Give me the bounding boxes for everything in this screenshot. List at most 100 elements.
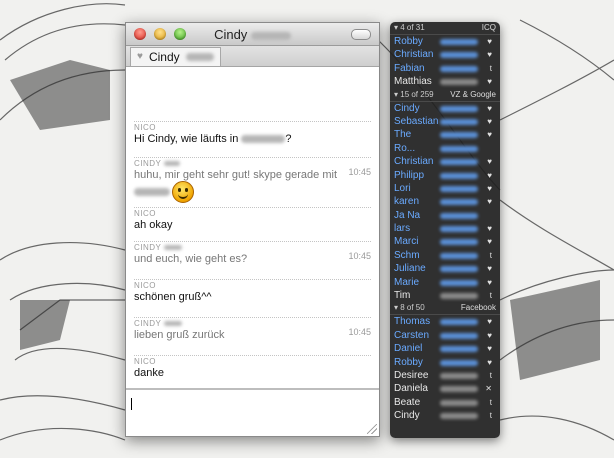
status-icon: ♥ xyxy=(487,357,492,367)
contact-group-header[interactable]: ▾ 8 of 50 Facebook xyxy=(390,302,500,316)
group-count: ▾ 8 of 50 xyxy=(394,303,425,313)
contact-row[interactable]: Ro... xyxy=(390,142,500,155)
message-sender: NICO xyxy=(134,207,371,218)
redacted-surname xyxy=(440,118,478,125)
contact-row[interactable]: Philipp ♥ xyxy=(390,169,500,182)
group-count: ▾ 4 of 31 xyxy=(394,23,425,32)
window-title: Cindy xyxy=(126,27,379,42)
status-icon: ♥ xyxy=(487,237,492,247)
contact-row[interactable]: Juliane ♥ xyxy=(390,262,500,275)
message-input[interactable] xyxy=(126,388,379,436)
message-text: danke xyxy=(134,367,164,379)
contact-name: Marie xyxy=(394,276,420,288)
contact-row[interactable]: Daniela ✕ xyxy=(390,382,500,395)
contact-row[interactable]: Cindy ♥ xyxy=(390,102,500,115)
redacted-surname xyxy=(440,132,478,139)
contact-name: Marci xyxy=(394,236,419,248)
contact-row[interactable]: Thomas ♥ xyxy=(390,315,500,328)
contact-row[interactable]: Daniel ♥ xyxy=(390,342,500,355)
status-icon: ♥ xyxy=(487,170,492,180)
message-text: schönen gruß^^ xyxy=(134,291,212,303)
toolbar-toggle-button[interactable] xyxy=(351,29,371,40)
contact-name: Robby xyxy=(394,356,423,368)
contact-name: Philipp xyxy=(394,169,425,181)
redacted-surname xyxy=(440,52,478,59)
contact-name: Lori xyxy=(394,182,411,194)
status-icon: ♥ xyxy=(487,344,492,354)
redacted-surname xyxy=(440,159,478,166)
contact-row[interactable]: Marie ♥ xyxy=(390,276,500,289)
redacted-surname xyxy=(440,266,478,273)
contact-row[interactable]: Matthias ♥ xyxy=(390,75,500,88)
contact-name: Beate xyxy=(394,396,421,408)
resize-grip-icon[interactable] xyxy=(367,424,377,434)
contact-row[interactable]: karen ♥ xyxy=(390,195,500,208)
status-icon: ♥ xyxy=(487,37,492,46)
contact-row[interactable]: Robby ♥ xyxy=(390,356,500,369)
contact-name: Juliane xyxy=(394,263,426,275)
message-text: ah okay xyxy=(134,219,173,231)
contact-row[interactable]: Christian ♥ xyxy=(390,155,500,168)
contact-name: Robby xyxy=(394,36,423,47)
contact-row[interactable]: Sebastian ♥ xyxy=(390,115,500,128)
status-icon: ♥ xyxy=(487,103,492,113)
redacted-surname xyxy=(440,212,478,219)
contact-row[interactable]: The ♥ xyxy=(390,128,500,141)
message-sender: CINDY xyxy=(134,317,371,328)
contact-row[interactable]: Marci ♥ xyxy=(390,235,500,248)
redacted-surname xyxy=(440,105,478,112)
message-sender: CINDY xyxy=(134,241,371,252)
status-icon: t xyxy=(489,411,492,421)
contact-name: Sebastian xyxy=(394,115,439,127)
status-icon: ♥ xyxy=(487,183,492,193)
redacted-surname xyxy=(440,39,478,45)
message-text: und euch, wie geht es? xyxy=(134,253,248,265)
contact-name: The xyxy=(394,129,412,141)
contact-row[interactable]: Robby ♥ xyxy=(390,35,500,48)
contact-row[interactable]: Ja Na xyxy=(390,209,500,222)
contact-name: karen xyxy=(394,196,420,208)
title-bar[interactable]: Cindy xyxy=(126,23,379,46)
contact-row[interactable]: Tim t xyxy=(390,289,500,302)
contact-row[interactable]: Christian ♥ xyxy=(390,48,500,61)
status-icon: ♥ xyxy=(487,77,492,87)
message-time: 10:45 xyxy=(348,251,371,261)
contact-group-header[interactable]: ▾ 4 of 31 ICQ xyxy=(390,22,500,35)
contact-row[interactable]: Lori ♥ xyxy=(390,182,500,195)
contact-row[interactable]: Fabian t xyxy=(390,62,500,75)
contact-row[interactable]: Beate t xyxy=(390,396,500,409)
redacted-surname xyxy=(440,279,478,286)
message-sender: NICO xyxy=(134,121,371,132)
redacted-surname xyxy=(440,79,478,86)
status-icon: ♥ xyxy=(487,50,492,60)
message: NICO Hi Cindy, wie läufts in ? xyxy=(134,121,371,145)
contact-row[interactable]: lars ♥ xyxy=(390,222,500,235)
contact-name: Cindy xyxy=(394,410,420,422)
status-icon: ♥ xyxy=(487,224,492,234)
redacted-surname xyxy=(440,293,478,300)
message: CINDY 10:45 lieben gruß zurück xyxy=(134,317,371,341)
tab-cindy[interactable]: ♥ Cindy xyxy=(130,47,221,66)
contact-group-header[interactable]: ▾ 15 of 259 VZ & Google xyxy=(390,89,500,102)
message-text: lieben gruß zurück xyxy=(134,329,225,341)
contact-name: Daniel xyxy=(394,343,423,355)
contact-row[interactable]: Desiree t xyxy=(390,369,500,382)
contact-name: Schm xyxy=(394,249,420,261)
tab-label: Cindy xyxy=(148,50,180,64)
contact-row[interactable]: Carsten ♥ xyxy=(390,329,500,342)
redacted-surname xyxy=(440,372,478,379)
contact-list-panel: ▾ 4 of 31 ICQ Robby ♥ Christian ♥ Fabian t Matth… xyxy=(390,22,500,438)
message-time: 10:45 xyxy=(348,327,371,337)
contact-row[interactable]: Schm t xyxy=(390,249,500,262)
contact-name: lars xyxy=(394,223,411,235)
redacted-surname xyxy=(440,332,478,339)
redacted-surname xyxy=(440,226,478,233)
redacted-surname xyxy=(440,359,478,366)
contact-row[interactable]: Cindy t xyxy=(390,409,500,422)
redacted-surname xyxy=(440,252,478,259)
message-transcript: NICO Hi Cindy, wie läufts in ? CINDY 10:… xyxy=(126,67,379,387)
smiley-emoticon-icon xyxy=(172,181,194,203)
contact-name: Matthias xyxy=(394,76,432,88)
redacted-surname xyxy=(440,185,478,192)
group-network-label: Facebook xyxy=(460,303,496,313)
